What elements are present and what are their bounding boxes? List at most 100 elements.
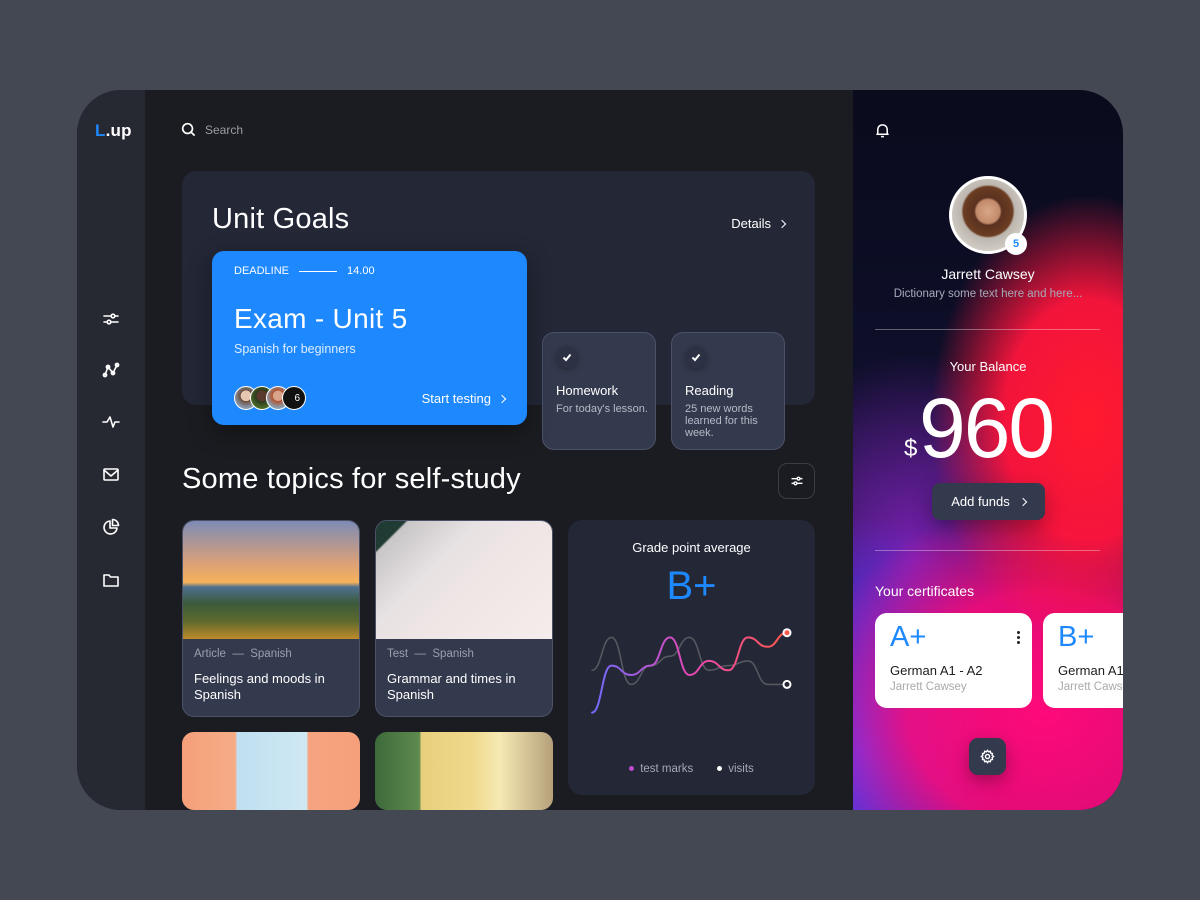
more-participants-count[interactable]: 6 [282, 386, 306, 410]
exam-title: Exam - Unit 5 [234, 303, 408, 334]
balance-amount: 960 [919, 381, 1055, 475]
start-testing-button[interactable]: Start testing [421, 391, 507, 406]
certificate-owner: Jarrett Cawsey [890, 681, 967, 693]
certificate-name: German A1 - A2 [1058, 663, 1123, 678]
notifications-button[interactable] [874, 122, 891, 144]
sidebar-item-activity[interactable] [99, 410, 123, 434]
deadline-label: DEADLINE [234, 265, 290, 277]
topic-card[interactable]: Article — Spanish Feelings and moods in … [182, 520, 360, 717]
profile-badge: 5 [1005, 233, 1027, 255]
legend-item-visits: visits [717, 763, 754, 775]
bell-icon [876, 124, 889, 138]
legend-item-test-marks: test marks [629, 763, 693, 775]
deadline-divider [299, 270, 338, 272]
topic-meta: Test — Spanish [387, 648, 474, 660]
start-testing-label: Start testing [421, 391, 491, 406]
topic-language: Spanish [432, 648, 474, 660]
logo[interactable]: L.up [95, 121, 132, 141]
logo-text: .up [105, 121, 132, 140]
chart-legend: test marks visits [568, 763, 815, 775]
sidebar: L.up [77, 90, 145, 810]
task-title: Reading [685, 383, 734, 398]
topic-image-town-street [375, 732, 553, 810]
topic-language: Spanish [250, 648, 292, 660]
chevron-right-icon [1018, 497, 1028, 506]
topic-image-sunset-city [183, 521, 359, 639]
sidebar-item-analytics[interactable] [99, 358, 123, 382]
topic-card[interactable]: Test — Spanish Grammar and times in Span… [375, 520, 553, 717]
sliders-icon [103, 313, 119, 325]
check-icon [556, 346, 578, 368]
gpa-title: Grade point average [632, 540, 751, 555]
unit-goals-title: Unit Goals [212, 203, 350, 235]
balance-label: Your Balance [949, 359, 1027, 374]
main-content: Search Unit Goals Details Homework For t… [145, 90, 853, 810]
task-card-homework[interactable]: Homework For today's lesson. [542, 332, 656, 450]
exam-subtitle: Spanish for beginners [234, 342, 356, 356]
topic-name: Grammar and times in Spanish [387, 671, 516, 702]
task-card-reading[interactable]: Reading 25 new words learned for this we… [671, 332, 785, 450]
line-nodes-icon [102, 362, 120, 378]
topics-title: Some topics for self-study [182, 463, 521, 495]
gear-icon [980, 749, 995, 764]
folder-icon [103, 574, 119, 587]
topic-image-pink-building [182, 732, 360, 810]
profile-description: Dictionary some text here and here... [893, 288, 1083, 300]
check-icon [685, 346, 707, 368]
legend-label: visits [728, 763, 754, 775]
participant-avatars[interactable]: 6 [234, 386, 306, 410]
search-bar[interactable]: Search [181, 122, 243, 137]
topic-meta: Article — Spanish [194, 648, 292, 660]
logo-accent: L [95, 121, 106, 140]
search-input[interactable]: Search [205, 123, 243, 137]
add-funds-label: Add funds [951, 494, 1010, 509]
certificate-grade: A+ [890, 621, 927, 653]
app-window: L.up Search Unit Goals Details Homework … [77, 90, 1123, 810]
sidebar-item-filters[interactable] [99, 307, 123, 331]
series-endpoint-visits[interactable] [782, 679, 792, 689]
legend-label: test marks [640, 763, 694, 775]
task-description: 25 new words learned for this week. [685, 403, 758, 439]
gpa-line-chart [591, 628, 792, 714]
profile-panel: 5 Jarrett Cawsey Dictionary some text he… [853, 90, 1123, 810]
topic-separator: — [232, 648, 244, 660]
series-line-visits [591, 636, 788, 686]
chevron-right-icon [777, 219, 787, 228]
sidebar-item-reports[interactable] [99, 515, 123, 539]
legend-dot [717, 766, 723, 772]
sliders-icon [791, 476, 802, 486]
pie-chart-icon [103, 518, 120, 535]
gpa-card: Grade point average B+ test marks visits [568, 520, 815, 795]
certificate-name: German A1 - A2 [890, 663, 983, 678]
more-vertical-icon[interactable] [1017, 631, 1020, 646]
legend-dot [629, 766, 635, 772]
topic-card[interactable] [375, 732, 553, 810]
certificate-card[interactable]: A+ German A1 - A2 Jarrett Cawsey [875, 613, 1032, 708]
certificate-card[interactable]: B+ German A1 - A2 Jarrett Cawsey [1043, 613, 1123, 708]
task-title: Homework [556, 383, 619, 398]
topic-separator: — [414, 648, 426, 660]
certificates-title: Your certificates [875, 583, 975, 599]
task-description: For today's lesson. [556, 403, 648, 415]
exam-card[interactable]: DEADLINE 14.00 Exam - Unit 5 Spanish for… [212, 251, 527, 425]
pulse-icon [102, 416, 120, 428]
certificate-owner: Jarrett Cawsey [1058, 681, 1123, 693]
details-label: Details [731, 216, 771, 231]
gpa-grade: B+ [666, 564, 717, 608]
series-endpoint-test-marks[interactable] [782, 628, 792, 638]
sidebar-item-files[interactable] [99, 568, 123, 592]
details-link[interactable]: Details [731, 216, 787, 231]
deadline: DEADLINE 14.00 [234, 265, 375, 277]
add-funds-button[interactable]: Add funds [932, 483, 1045, 520]
topic-card[interactable] [182, 732, 360, 810]
sidebar-item-messages[interactable] [99, 462, 123, 486]
profile-name: Jarrett Cawsey [941, 266, 1035, 282]
settings-button[interactable] [969, 738, 1006, 775]
balance-currency: $ [904, 435, 918, 462]
filter-button[interactable] [778, 463, 815, 499]
certificate-grade: B+ [1058, 621, 1095, 653]
topic-image-desk-notes [376, 521, 552, 639]
search-icon [181, 122, 196, 137]
deadline-time: 14.00 [347, 265, 375, 277]
topic-name: Feelings and moods in Spanish [194, 671, 325, 702]
